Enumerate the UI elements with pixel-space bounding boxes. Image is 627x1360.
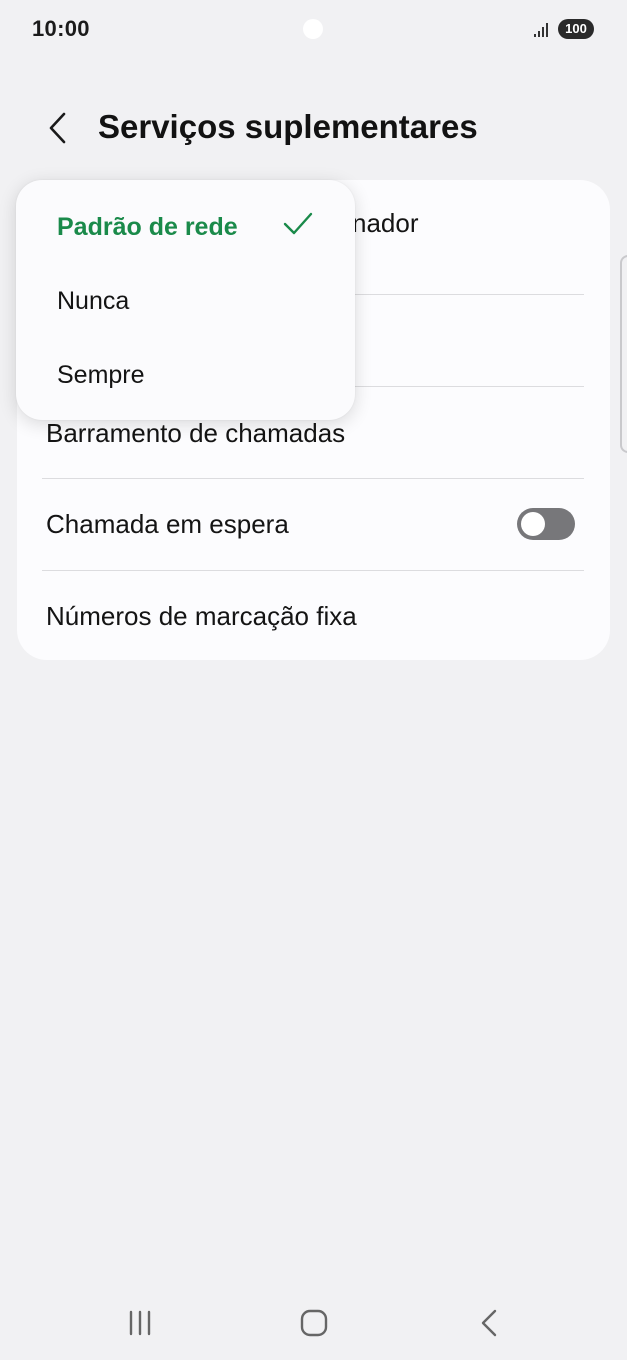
call-waiting-toggle[interactable]: [517, 508, 575, 540]
nav-back-button[interactable]: [460, 1300, 520, 1346]
settings-item-label: Barramento de chamadas: [46, 418, 346, 448]
settings-item-call-waiting[interactable]: Chamada em espera: [46, 509, 584, 540]
status-bar: 10:00 100: [0, 0, 627, 58]
status-time: 10:00: [32, 16, 90, 41]
chevron-left-icon: [49, 112, 66, 144]
edge-panel-handle[interactable]: [620, 255, 627, 453]
settings-row-partial[interactable]: nador: [352, 208, 584, 239]
header: Serviços suplementares: [0, 98, 627, 160]
home-button[interactable]: [284, 1300, 344, 1346]
home-icon: [300, 1309, 328, 1337]
navigation-bar: [0, 1290, 627, 1356]
check-icon: [283, 212, 313, 235]
page-title: Serviços suplementares: [98, 108, 478, 145]
signal-icon: [534, 23, 548, 37]
popup-option-label: Padrão de rede: [57, 213, 238, 241]
camera-cutout: [303, 19, 323, 39]
settings-item-fixed-dialing[interactable]: Números de marcação fixa: [46, 601, 584, 632]
settings-row-partial-label: nador: [352, 208, 419, 238]
settings-item-label: Chamada em espera: [46, 509, 289, 539]
toggle-knob: [521, 512, 545, 536]
recent-apps-button[interactable]: [110, 1300, 170, 1346]
popup-option-label: Nunca: [57, 287, 130, 315]
popup-option-network-default[interactable]: Padrão de rede: [16, 192, 355, 262]
dropdown-popup: Padrão de rede Nunca Sempre: [16, 180, 355, 420]
back-button[interactable]: [36, 104, 80, 152]
popup-option-always[interactable]: Sempre: [16, 340, 355, 410]
divider: [42, 570, 584, 571]
settings-item-call-barring[interactable]: Barramento de chamadas: [46, 418, 584, 449]
popup-option-never[interactable]: Nunca: [16, 266, 355, 336]
settings-item-label: Números de marcação fixa: [46, 601, 357, 631]
back-icon: [481, 1309, 497, 1337]
popup-option-label: Sempre: [57, 361, 145, 389]
recent-apps-icon: [129, 1310, 151, 1336]
divider: [42, 478, 584, 479]
battery-icon: 100: [558, 19, 594, 39]
